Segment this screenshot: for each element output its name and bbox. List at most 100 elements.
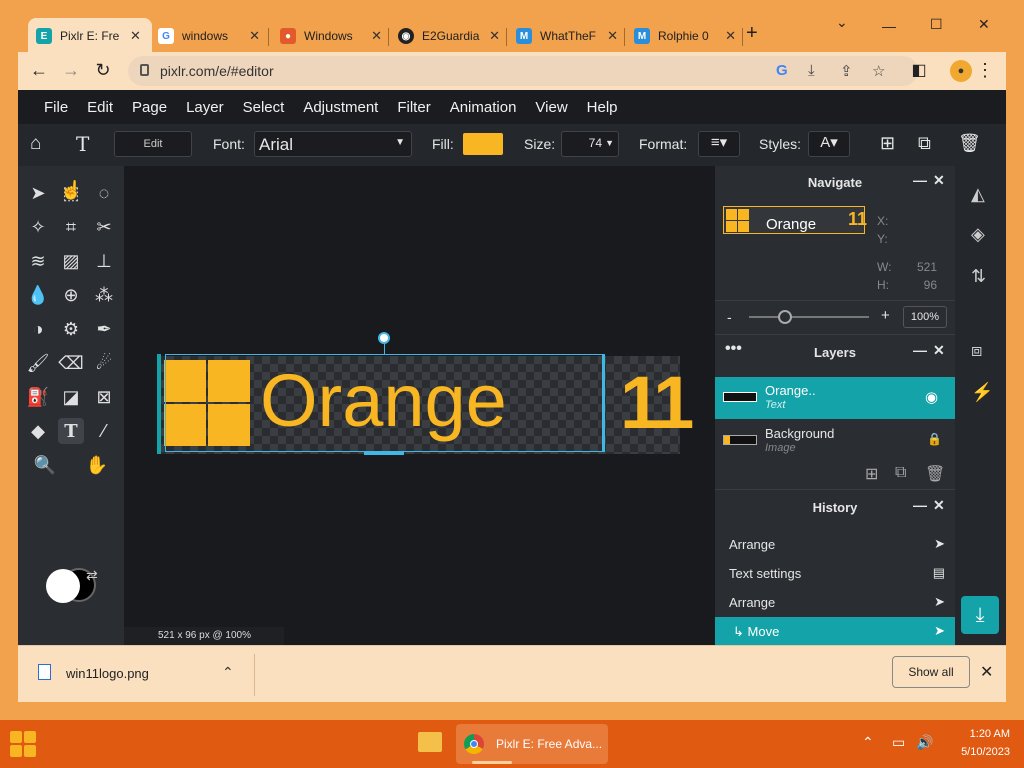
- url-text[interactable]: pixlr.com/e/#editor: [160, 63, 274, 79]
- wand-icon[interactable]: ✧: [25, 214, 51, 240]
- profile-avatar[interactable]: ●: [950, 60, 972, 82]
- layer-item-background[interactable]: Background Image 🔒: [715, 420, 955, 462]
- navigate-thumbnail[interactable]: Orange 11: [723, 206, 867, 234]
- eraser-icon[interactable]: ⌫: [58, 350, 84, 376]
- resize-handle-right[interactable]: [602, 354, 605, 452]
- rotation-handle[interactable]: [378, 332, 390, 344]
- chevron-up-icon[interactable]: ⌃: [222, 664, 234, 681]
- gradient-icon[interactable]: ◪: [58, 384, 84, 410]
- eye-icon[interactable]: ◉: [925, 388, 938, 406]
- tab-whatthefont[interactable]: M WhatTheF ✕: [508, 18, 626, 54]
- bookmark-star-icon[interactable]: ☆: [872, 62, 885, 80]
- clock-date[interactable]: 5/10/2023: [942, 746, 1010, 758]
- layer-item-text[interactable]: Orange.. Text ◉: [715, 377, 955, 419]
- eyedropper-icon[interactable]: ⁄: [91, 418, 117, 444]
- clock-time[interactable]: 1:20 AM: [950, 728, 1010, 740]
- add-layer-icon[interactable]: ⊞: [865, 464, 878, 484]
- kebab-menu-icon[interactable]: ⋮: [974, 60, 996, 81]
- text-tool-icon[interactable]: T: [58, 418, 84, 444]
- taskbar-chrome-app[interactable]: Pixlr E: Free Adva...: [456, 724, 608, 764]
- close-window-button[interactable]: ✕: [978, 16, 990, 33]
- swap-colors-icon[interactable]: ⇄: [86, 567, 98, 584]
- history-panel-icon[interactable]: ⇅: [971, 266, 986, 287]
- zoom-value[interactable]: 100%: [903, 306, 947, 328]
- menu-view[interactable]: View: [535, 99, 567, 116]
- close-icon[interactable]: ✕: [130, 28, 141, 44]
- pan-hand-icon[interactable]: ✋: [84, 452, 110, 478]
- zoom-out-button[interactable]: -: [727, 309, 732, 325]
- shape-icon[interactable]: ◆: [25, 418, 51, 444]
- new-tab-button[interactable]: +: [746, 22, 758, 45]
- minimize-icon[interactable]: —: [913, 497, 927, 513]
- address-bar[interactable]: pixlr.com/e/#editor G ⤓ ⇪ ☆: [128, 56, 918, 86]
- forward-icon[interactable]: →: [60, 60, 82, 81]
- show-all-button[interactable]: Show all: [892, 656, 970, 688]
- foreground-color-swatch[interactable]: [46, 569, 80, 603]
- windows-start-icon[interactable]: [10, 731, 36, 757]
- navigate-panel-icon[interactable]: ◭: [971, 184, 985, 205]
- minimize-button[interactable]: —: [882, 18, 896, 34]
- menu-help[interactable]: Help: [587, 99, 618, 116]
- close-icon[interactable]: ✕: [933, 342, 945, 359]
- tab-windows[interactable]: ● Windows ✕: [272, 18, 390, 54]
- text-style-icon[interactable]: A▾: [808, 131, 850, 157]
- close-icon[interactable]: ✕: [249, 28, 260, 44]
- close-icon[interactable]: ✕: [980, 662, 993, 682]
- menu-page[interactable]: Page: [132, 99, 167, 116]
- image-placeholder-icon[interactable]: ⊠: [91, 384, 117, 410]
- color-replace-icon[interactable]: ⁂: [91, 282, 117, 308]
- file-explorer-icon[interactable]: [418, 732, 442, 752]
- menu-animation[interactable]: Animation: [450, 99, 517, 116]
- smudge-icon[interactable]: ☄: [91, 350, 117, 376]
- settings-gear-icon[interactable]: ⚙: [58, 316, 84, 342]
- menu-adjustment[interactable]: Adjustment: [303, 99, 378, 116]
- download-icon[interactable]: ⤓: [961, 596, 999, 634]
- tab-rolphie[interactable]: M Rolphie 0 ✕: [626, 18, 744, 54]
- install-icon[interactable]: ⤓: [808, 62, 815, 79]
- history-item[interactable]: Text settings ▤: [715, 559, 955, 588]
- duplicate-icon[interactable]: ⧉: [918, 133, 931, 154]
- cutout-scissors-icon[interactable]: ✂: [91, 214, 117, 240]
- zoom-slider[interactable]: [749, 310, 869, 324]
- close-icon[interactable]: ✕: [725, 28, 736, 44]
- tab-e2guardian[interactable]: ◉ E2Guardia ✕: [390, 18, 508, 54]
- lasso-icon[interactable]: ◌: [91, 180, 117, 206]
- menu-select[interactable]: Select: [243, 99, 285, 116]
- fill-bucket-icon[interactable]: ⛽: [25, 384, 51, 410]
- menu-layer[interactable]: Layer: [186, 99, 224, 116]
- layers-panel-icon[interactable]: ◈: [971, 224, 985, 245]
- arrange-tool-icon[interactable]: ➤: [25, 180, 51, 206]
- minimize-icon[interactable]: —: [913, 342, 927, 358]
- google-icon[interactable]: G: [776, 62, 788, 79]
- close-icon[interactable]: ✕: [933, 172, 945, 189]
- home-icon[interactable]: ⌂: [30, 133, 41, 155]
- history-item[interactable]: Arrange ➤: [715, 530, 955, 559]
- history-item[interactable]: Arrange ➤: [715, 588, 955, 617]
- network-icon[interactable]: ▭: [892, 734, 905, 751]
- history-item-selected[interactable]: ↳ Move ➤: [715, 617, 955, 645]
- menu-filter[interactable]: Filter: [397, 99, 430, 116]
- lightning-icon[interactable]: ⚡: [971, 382, 993, 403]
- zoom-icon[interactable]: 🔍: [32, 452, 58, 478]
- close-icon[interactable]: ✕: [371, 28, 382, 44]
- edit-text-button[interactable]: Edit: [114, 131, 192, 157]
- add-icon[interactable]: ⊞: [880, 133, 895, 154]
- liquify-icon[interactable]: ≋: [25, 248, 51, 274]
- close-icon[interactable]: ✕: [489, 28, 500, 44]
- minimize-icon[interactable]: —: [913, 172, 927, 188]
- chevron-up-icon[interactable]: ⌃: [862, 734, 874, 751]
- lock-icon[interactable]: 🔒: [927, 432, 942, 446]
- tab-pixlr[interactable]: E Pixlr E: Fre ✕: [28, 18, 152, 54]
- dodge-burn-icon[interactable]: ◑: [25, 316, 51, 342]
- brush-icon[interactable]: 🖌: [25, 350, 51, 376]
- canvas-area[interactable]: Orange 11 521 x 96 px @ 100%: [124, 166, 715, 645]
- trash-icon[interactable]: 🗑: [958, 133, 981, 154]
- download-filename[interactable]: win11logo.png: [66, 666, 149, 681]
- chevron-down-icon[interactable]: ⌄: [836, 14, 848, 31]
- fullscreen-icon[interactable]: ⧈: [971, 340, 982, 361]
- canvas-text-11[interactable]: 11: [620, 360, 694, 446]
- size-select[interactable]: 74 ▼: [561, 131, 619, 157]
- maximize-button[interactable]: ☐: [930, 16, 943, 33]
- share-icon[interactable]: ⇪: [840, 62, 853, 80]
- blur-drop-icon[interactable]: 💧: [25, 282, 51, 308]
